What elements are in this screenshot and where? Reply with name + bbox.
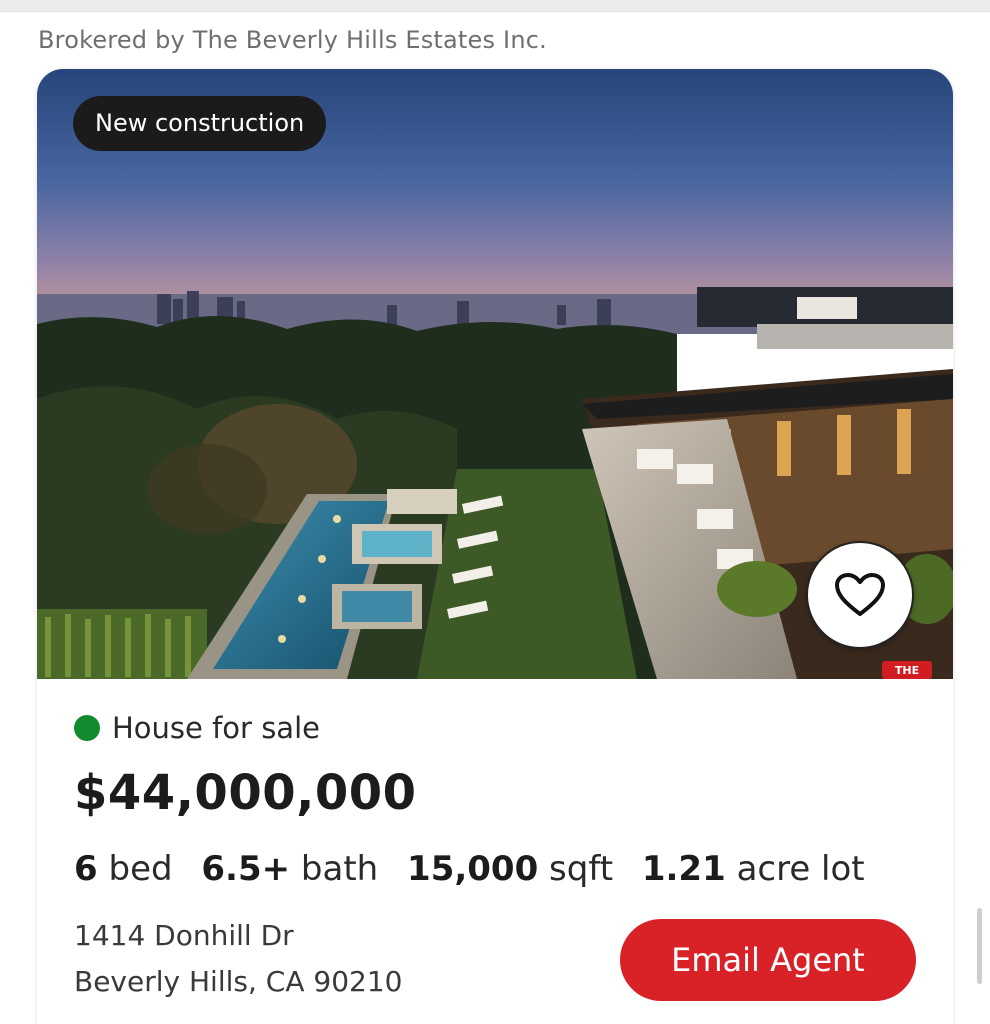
spec-sqft: 15,000 sqft <box>407 849 613 889</box>
spec-beds-value: 6 <box>74 849 98 889</box>
email-agent-button[interactable]: Email Agent <box>620 919 916 1001</box>
listing-specs: 6 bed 6.5+ bath 15,000 sqft 1.21 acre lo… <box>74 849 883 889</box>
spec-lot: 1.21 acre lot <box>642 849 865 889</box>
spec-baths-unit: bath <box>300 849 379 889</box>
spec-sqft-value: 15,000 <box>407 849 539 889</box>
top-divider <box>0 0 990 12</box>
favorite-button[interactable] <box>806 541 914 649</box>
spec-baths-value: 6.5+ <box>201 849 291 889</box>
listing-address[interactable]: 1414 Donhill Dr Beverly Hills, CA 90210 <box>74 913 402 1005</box>
status-dot-icon <box>74 715 100 741</box>
listing-card[interactable]: THE New construction House for sale $44,… <box>37 69 953 1024</box>
spec-sqft-unit: sqft <box>549 849 614 889</box>
status-label: House for sale <box>112 711 320 745</box>
spec-lot-unit: acre lot <box>736 849 865 889</box>
svg-text:THE: THE <box>895 664 919 677</box>
address-line-2: Beverly Hills, CA 90210 <box>74 965 403 998</box>
listing-photo[interactable]: THE New construction <box>37 69 953 679</box>
listing-price: $44,000,000 <box>74 765 417 821</box>
spec-beds-unit: bed <box>108 849 173 889</box>
new-construction-badge: New construction <box>73 96 327 151</box>
address-line-1: 1414 Donhill Dr <box>74 919 294 952</box>
spec-baths: 6.5+ bath <box>201 849 378 889</box>
broker-attribution: Brokered by The Beverly Hills Estates In… <box>38 26 547 54</box>
spec-beds: 6 bed <box>74 849 173 889</box>
scrollbar[interactable] <box>977 908 982 984</box>
spec-lot-value: 1.21 <box>641 849 726 889</box>
heart-outline-icon <box>835 573 885 616</box>
listing-status: House for sale <box>74 711 320 745</box>
